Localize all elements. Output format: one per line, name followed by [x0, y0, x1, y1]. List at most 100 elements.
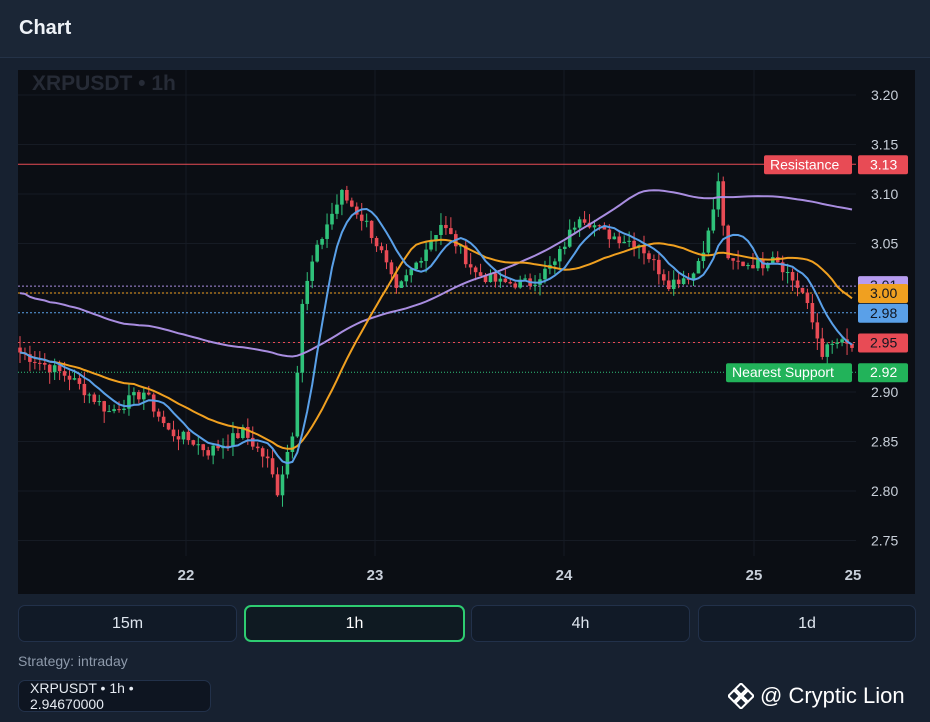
time-tick-label: 25 — [746, 567, 763, 584]
candle-body — [572, 227, 577, 230]
candle-body — [622, 241, 626, 244]
candle-body — [562, 246, 567, 250]
candle-body — [478, 272, 483, 276]
candle-body — [335, 204, 339, 214]
candle-body — [280, 474, 285, 496]
timeframe-1d-button[interactable]: 1d — [698, 605, 916, 642]
candlestick-chart[interactable]: XRPUSDT • 1h 3.20 3.15 3.10 3.05 3.00 2.95 2.90… — [18, 70, 915, 594]
candle-body — [340, 189, 344, 205]
candle-body — [751, 264, 755, 269]
candle-body — [840, 339, 844, 343]
candle-body — [404, 275, 409, 282]
price-tick-label: 2.80 — [871, 483, 898, 499]
candle-body — [498, 278, 503, 282]
candle-body — [82, 383, 87, 396]
candle-body — [161, 416, 166, 424]
candle-body — [112, 409, 116, 412]
price-chart[interactable]: XRPUSDT • 1h 3.20 3.15 3.10 3.05 3.00 2.95 2.90… — [18, 70, 915, 594]
candle-body — [558, 249, 562, 262]
price-tick-label: 2.75 — [871, 533, 898, 549]
candle-body — [379, 246, 384, 251]
candle-body — [424, 249, 428, 262]
candle-body — [67, 375, 72, 380]
timeframe-1h-button[interactable]: 1h — [244, 605, 465, 642]
candle-body — [721, 181, 726, 226]
candle-body — [473, 267, 478, 273]
timeframe-selector: 15m 1h 4h 1d — [18, 605, 916, 642]
candle-body — [236, 433, 240, 439]
ma-slow-line — [19, 189, 853, 358]
candle-body — [33, 361, 37, 363]
candle-body — [42, 362, 47, 365]
candle-body — [815, 322, 820, 339]
candle-body — [384, 250, 389, 263]
candle-body — [523, 278, 527, 280]
price-tick-label: 2.90 — [871, 384, 898, 400]
candle-body — [419, 261, 423, 263]
candle-body — [632, 240, 636, 248]
time-tick-label: 24 — [556, 567, 573, 584]
candle-body — [142, 392, 146, 400]
candle-body — [671, 279, 676, 290]
candle-body — [92, 394, 97, 402]
timeframe-15m-button[interactable]: 15m — [18, 605, 237, 642]
candle-body — [444, 224, 448, 229]
candle-body — [305, 280, 310, 304]
ticker-text: XRPUSDT • 1h • 2.94670000 — [30, 680, 134, 712]
candle-body — [265, 456, 270, 459]
price-tag-label: 2.98 — [870, 305, 897, 321]
price-tick-label: 3.05 — [871, 236, 898, 252]
candle-body — [330, 213, 334, 225]
candle-body — [394, 274, 399, 288]
candle-body — [543, 268, 547, 280]
candle-body — [181, 431, 186, 440]
candle-body — [255, 446, 260, 449]
candle-body — [592, 225, 597, 228]
timeframe-4h-button[interactable]: 4h — [471, 605, 690, 642]
candle-body — [429, 241, 433, 250]
candle-body — [62, 371, 67, 376]
candle-body — [681, 278, 686, 285]
candle-body — [820, 338, 825, 357]
level-price-text: 2.92 — [870, 364, 897, 380]
candle-body — [250, 437, 255, 447]
candle-body — [38, 362, 42, 364]
candle-body — [246, 427, 250, 438]
candle-body — [151, 394, 156, 412]
candle-body — [87, 394, 92, 396]
brand-watermark: @ Cryptic Lion — [728, 683, 905, 709]
candle-body — [156, 411, 161, 417]
candle-body — [449, 228, 453, 235]
level-label-text: Resistance — [770, 156, 839, 172]
candle-body — [166, 423, 171, 430]
candle-body — [52, 365, 57, 373]
candle-body — [270, 458, 275, 475]
level-label-text: Nearest Support — [732, 364, 834, 380]
candle-body — [666, 280, 671, 290]
candle-body — [513, 283, 518, 288]
candle-body — [493, 273, 498, 282]
candle-body — [97, 401, 102, 403]
candle-body — [597, 225, 602, 227]
candle-body — [176, 436, 181, 440]
price-tag-label: 3.00 — [870, 285, 897, 301]
candle-body — [577, 219, 582, 228]
candle-body — [741, 261, 745, 267]
candle-body — [627, 240, 631, 242]
candle-body — [805, 292, 810, 304]
brand-text: @ Cryptic Lion — [760, 683, 905, 708]
candle-body — [790, 272, 795, 281]
candle-body — [47, 364, 52, 373]
candle-body — [652, 259, 656, 261]
price-tick-label: 3.15 — [871, 137, 898, 153]
candle-body — [399, 281, 404, 288]
candle-body — [325, 224, 329, 239]
level-price-text: 3.13 — [870, 156, 897, 172]
candle-body — [117, 409, 121, 411]
candle-body — [553, 261, 557, 265]
candle-body — [731, 258, 735, 261]
candle-body — [409, 269, 414, 276]
candle-body — [310, 261, 314, 281]
candle-body — [260, 448, 265, 457]
candle-body — [137, 392, 141, 400]
